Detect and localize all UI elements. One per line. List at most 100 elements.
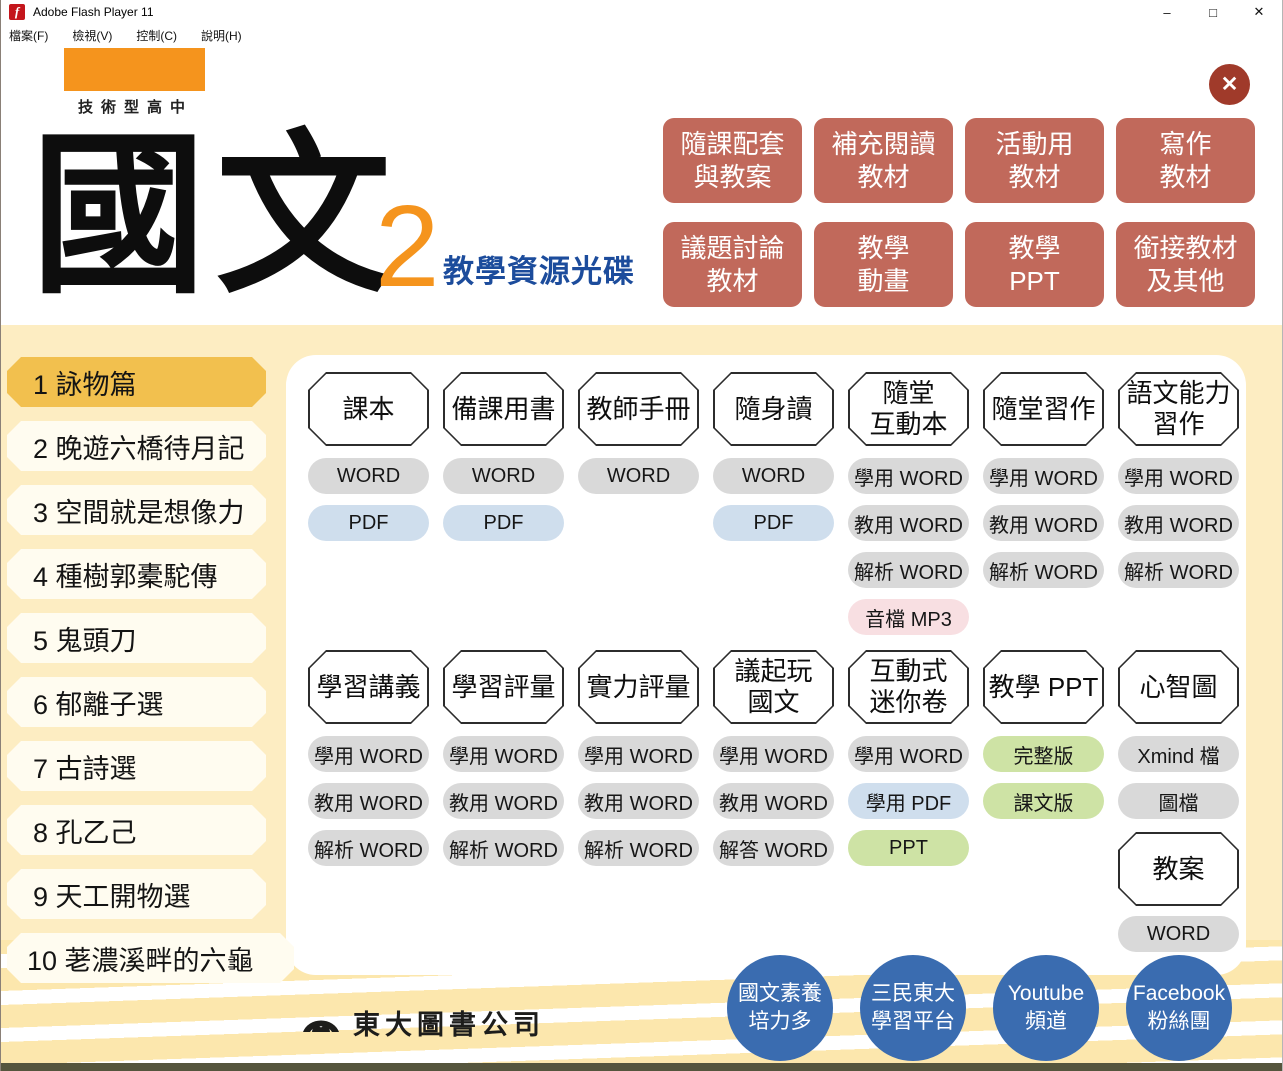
category-button-0[interactable]: 隨課配套與教案 [663, 118, 802, 203]
sidebar-item-8[interactable]: 8 孔乙己 [7, 805, 266, 855]
sidebar-item-10[interactable]: 10 荖濃溪畔的六龜 [7, 933, 294, 983]
file-pill-gray[interactable]: 圖檔 [1118, 783, 1239, 819]
menu-item-1[interactable]: 檢視(V) [72, 27, 112, 44]
close-icon: ✕ [1221, 72, 1239, 97]
file-pill-pink[interactable]: 音檔 MP3 [848, 599, 969, 635]
resource-button[interactable]: 互動式迷你卷 [848, 650, 969, 724]
file-pill-gray[interactable]: 學用 WORD [308, 736, 429, 772]
file-pill-gray[interactable]: Xmind 檔 [1118, 736, 1239, 772]
menu-item-3[interactable]: 說明(H) [201, 27, 242, 44]
footer-link-label: Facebook [1133, 980, 1225, 1008]
file-pill-gray[interactable]: 教用 WORD [983, 505, 1104, 541]
file-pill-gray[interactable]: 解析 WORD [983, 552, 1104, 588]
file-pill-gray[interactable]: 學用 WORD [983, 458, 1104, 494]
file-pill-label: 教用 WORD [584, 787, 693, 816]
category-button-label: 教材 [857, 161, 909, 194]
resource-button[interactable]: 教案 [1118, 832, 1239, 906]
maximize-button[interactable]: □ [1190, 0, 1236, 24]
file-pill-gray[interactable]: 教用 WORD [848, 505, 969, 541]
file-pill-gray[interactable]: 解析 WORD [578, 830, 699, 866]
file-pill-gray[interactable]: WORD [578, 458, 699, 494]
file-pill-gray[interactable]: 解析 WORD [308, 830, 429, 866]
resource-button-face: 隨堂習作 [985, 374, 1103, 445]
sidebar-item-6[interactable]: 6 郁離子選 [7, 677, 266, 727]
sidebar-item-3[interactable]: 3 空間就是想像力 [7, 485, 266, 535]
category-button-5[interactable]: 教學動畫 [814, 222, 953, 307]
file-pill-gray[interactable]: 學用 WORD [848, 736, 969, 772]
category-button-4[interactable]: 議題討論教材 [663, 222, 802, 307]
file-pill-gray[interactable]: 學用 WORD [578, 736, 699, 772]
file-pill-gray[interactable]: 教用 WORD [308, 783, 429, 819]
file-pill-blue[interactable]: PDF [443, 505, 564, 541]
file-pill-green[interactable]: PPT [848, 830, 969, 866]
category-button-1[interactable]: 補充閱讀教材 [814, 118, 953, 203]
resource-button-label: 備課用書 [451, 394, 555, 425]
file-pill-blue[interactable]: 學用 PDF [848, 783, 969, 819]
category-button-2[interactable]: 活動用教材 [965, 118, 1104, 203]
footer-link-1[interactable]: 三民東大學習平台 [860, 955, 966, 1061]
minimize-button[interactable]: – [1144, 0, 1190, 24]
sidebar-item-4[interactable]: 4 種樹郭橐駝傳 [7, 549, 266, 599]
resource-button[interactable]: 議起玩國文 [713, 650, 834, 724]
resource-button[interactable]: 心智圖 [1118, 650, 1239, 724]
category-button-label: 活動用 [995, 128, 1073, 161]
file-pill-gray[interactable]: 解析 WORD [1118, 552, 1239, 588]
file-pill-gray[interactable]: WORD [713, 458, 834, 494]
resource-button[interactable]: 語文能力習作 [1118, 372, 1239, 446]
resource-column-2: 實力評量學用 WORD 教用 WORD 解析 WORD [578, 650, 699, 866]
file-pill-gray[interactable]: 解析 WORD [443, 830, 564, 866]
sidebar-item-5[interactable]: 5 鬼頭刀 [7, 613, 266, 663]
resource-button[interactable]: 隨堂習作 [983, 372, 1104, 446]
sidebar-item-7[interactable]: 7 古詩選 [7, 741, 266, 791]
file-pill-gray[interactable]: 學用 WORD [713, 736, 834, 772]
file-pill-gray[interactable]: 教用 WORD [443, 783, 564, 819]
category-button-7[interactable]: 銜接教材及其他 [1116, 222, 1255, 307]
sidebar-item-1[interactable]: 1 詠物篇 [7, 357, 266, 407]
file-pill-gray[interactable]: 教用 WORD [1118, 505, 1239, 541]
resource-button[interactable]: 隨堂互動本 [848, 372, 969, 446]
resource-button[interactable]: 學習評量 [443, 650, 564, 724]
file-pill-label: 教用 WORD [449, 787, 558, 816]
resource-button[interactable]: 課本 [308, 372, 429, 446]
file-pill-gray[interactable]: 學用 WORD [1118, 458, 1239, 494]
resource-button[interactable]: 隨身讀 [713, 372, 834, 446]
file-pill-gray[interactable]: 教用 WORD [713, 783, 834, 819]
file-pill-gray[interactable]: WORD [308, 458, 429, 494]
footer-link-0[interactable]: 國文素養培力多 [727, 955, 833, 1061]
file-pill-blue[interactable]: PDF [713, 505, 834, 541]
sidebar-item-2[interactable]: 2 晚遊六橋待月記 [7, 421, 266, 471]
resource-button[interactable]: 實力評量 [578, 650, 699, 724]
file-pill-label: PDF [484, 512, 524, 535]
file-pill-gray[interactable]: WORD [443, 458, 564, 494]
footer-link-2[interactable]: Youtube頻道 [993, 955, 1099, 1061]
category-button-6[interactable]: 教學PPT [965, 222, 1104, 307]
sidebar-item-9[interactable]: 9 天工開物選 [7, 869, 266, 919]
subtitle: 教學資源光碟 [443, 246, 635, 291]
category-button-label: 教材 [706, 265, 758, 298]
file-pill-gray[interactable]: 解答 WORD [713, 830, 834, 866]
file-pill-gray[interactable]: 解析 WORD [848, 552, 969, 588]
file-pill-gray[interactable]: 教用 WORD [578, 783, 699, 819]
category-button-3[interactable]: 寫作教材 [1116, 118, 1255, 203]
file-pill-green[interactable]: 課文版 [983, 783, 1104, 819]
footer-link-label: 國文素養 [738, 980, 822, 1008]
menu-item-0[interactable]: 檔案(F) [9, 27, 48, 44]
close-button[interactable]: ✕ [1209, 64, 1250, 105]
resource-button[interactable]: 教師手冊 [578, 372, 699, 446]
lesson-label: 1 詠物篇 [33, 363, 137, 402]
file-pill-blue[interactable]: PDF [308, 505, 429, 541]
resource-button[interactable]: 教學 PPT [983, 650, 1104, 724]
file-pill-green[interactable]: 完整版 [983, 736, 1104, 772]
resource-button[interactable]: 備課用書 [443, 372, 564, 446]
resource-button-face: 實力評量 [580, 652, 698, 723]
footer-link-3[interactable]: Facebook粉絲團 [1126, 955, 1232, 1061]
resource-button-face: 心智圖 [1120, 652, 1238, 723]
file-pill-gray[interactable]: 學用 WORD [443, 736, 564, 772]
file-pill-gray[interactable]: 學用 WORD [848, 458, 969, 494]
file-pill-label: 教用 WORD [1124, 509, 1233, 538]
minimize-icon: – [1163, 5, 1170, 20]
file-pill-gray[interactable]: WORD [1118, 916, 1239, 952]
menu-item-2[interactable]: 控制(C) [136, 27, 177, 44]
resource-button[interactable]: 學習講義 [308, 650, 429, 724]
close-button[interactable]: ✕ [1236, 0, 1282, 24]
